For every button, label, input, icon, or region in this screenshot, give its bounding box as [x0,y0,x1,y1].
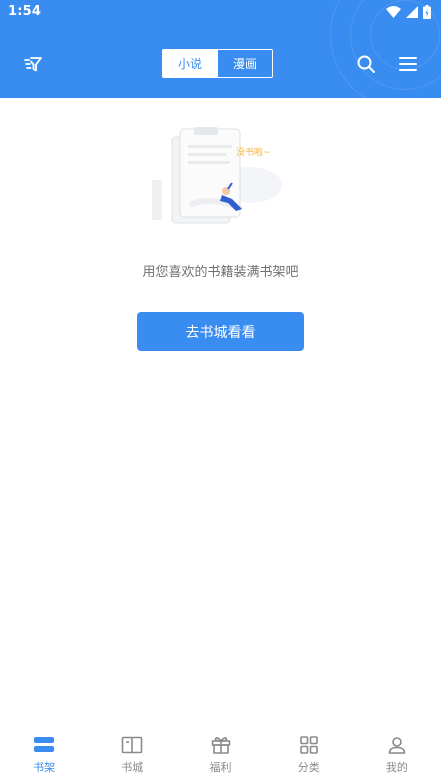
nav-label: 书城 [121,761,144,774]
tab-comic[interactable]: 漫画 [217,50,272,77]
bottom-navigation: 书架 书城 福利 分类 我的 [0,726,441,784]
gift-icon [211,737,230,754]
nav-item-bookshelf[interactable]: 书架 [0,726,88,784]
nav-item-welfare[interactable]: 福利 [176,726,264,784]
signal-icon [406,6,418,18]
nav-item-categories[interactable]: 分类 [265,726,353,784]
nav-label: 福利 [209,761,232,774]
menu-icon [399,57,417,71]
nav-label: 我的 [385,761,408,774]
nav-item-bookstore[interactable]: 书城 [88,726,176,784]
menu-button[interactable] [396,52,420,76]
filter-button[interactable] [21,52,45,76]
status-time: 1:54 [8,4,42,19]
illustration-caption: 没书啦~ [236,146,271,158]
wifi-icon [386,6,401,18]
person-icon [388,737,406,754]
status-bar: 1:54 [0,0,441,24]
filter-icon [24,57,42,72]
nav-item-profile[interactable]: 我的 [353,726,441,784]
go-to-store-button[interactable]: 去书城看看 [137,312,304,351]
bookshelf-icon [34,737,55,752]
content-type-switch: 小说 漫画 [162,49,273,78]
empty-message: 用您喜欢的书籍装满书架吧 [142,265,299,280]
search-icon [357,55,375,73]
nav-label: 分类 [297,761,320,774]
book-icon [121,736,143,754]
empty-bookshelf-illustration: 没书啦~ [150,125,292,235]
battery-icon [423,5,431,19]
grid-icon [299,736,318,754]
nav-label: 书架 [33,761,56,774]
search-button[interactable] [354,52,378,76]
app-header: 1:54 小说 漫画 [0,0,441,98]
tab-novel[interactable]: 小说 [163,50,217,77]
